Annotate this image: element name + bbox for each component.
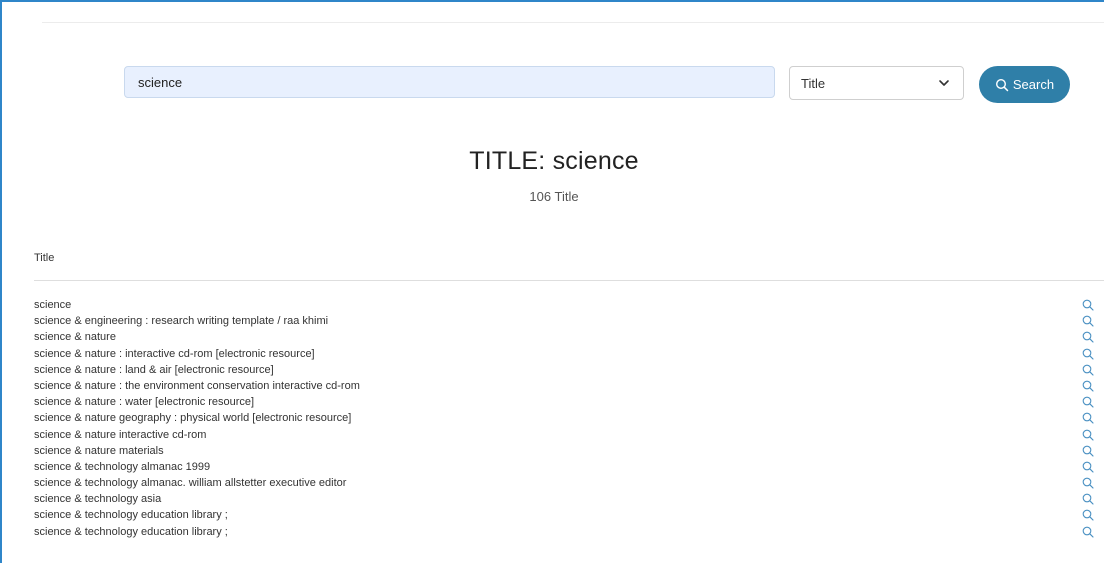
- search-icon[interactable]: [1082, 526, 1094, 538]
- title-link[interactable]: science & technology education library ;: [34, 524, 228, 540]
- list-item[interactable]: science & nature : the environment conse…: [34, 378, 1104, 394]
- title-link[interactable]: science & nature : water [electronic res…: [34, 394, 254, 410]
- column-header-title: Title: [34, 252, 55, 264]
- page-title: TITLE: science: [469, 147, 639, 175]
- title-link[interactable]: science & nature : the environment conse…: [34, 378, 360, 394]
- search-bar: Title Search: [2, 64, 1104, 104]
- list-item[interactable]: science & nature: [34, 329, 1104, 345]
- page-frame: Title Search TITLE: science 106 Title Ti…: [0, 0, 1104, 563]
- search-icon[interactable]: [1082, 509, 1094, 522]
- title-link[interactable]: science: [34, 297, 71, 313]
- search-icon[interactable]: [1082, 412, 1094, 424]
- title-link[interactable]: science & technology almanac 1999: [34, 459, 210, 475]
- list-item[interactable]: science & technology almanac. william al…: [34, 475, 1104, 491]
- title-link[interactable]: science & technology almanac. william al…: [34, 475, 346, 491]
- search-icon[interactable]: [1082, 445, 1094, 457]
- chevron-down-icon: [939, 80, 949, 86]
- search-icon[interactable]: [1082, 348, 1094, 360]
- search-icon[interactable]: [1082, 315, 1094, 327]
- search-field-selected: Title: [801, 76, 826, 91]
- search-input[interactable]: [124, 66, 775, 98]
- search-icon[interactable]: [1082, 380, 1094, 392]
- list-item[interactable]: science & nature materials: [34, 443, 1104, 459]
- top-divider: [42, 22, 1104, 23]
- list-item[interactable]: science & technology almanac 1999: [34, 459, 1104, 475]
- list-item[interactable]: science & engineering : research writing…: [34, 313, 1104, 329]
- title-link[interactable]: science & nature: [34, 329, 116, 345]
- search-field-select[interactable]: Title: [789, 66, 964, 100]
- title-link[interactable]: science & nature interactive cd-rom: [34, 427, 206, 443]
- list-item[interactable]: science & technology education library ;: [34, 507, 1104, 523]
- search-icon[interactable]: [1082, 364, 1094, 376]
- search-icon[interactable]: [1082, 299, 1094, 311]
- search-button-label: Search: [1012, 77, 1055, 92]
- search-icon[interactable]: [1082, 429, 1094, 441]
- title-link[interactable]: science & technology asia: [34, 491, 161, 507]
- list-item[interactable]: science & nature geography : physical wo…: [34, 410, 1104, 426]
- results-list: science science & engineering : research…: [34, 297, 1104, 540]
- search-icon[interactable]: [1082, 493, 1094, 505]
- list-item[interactable]: science & nature : interactive cd-rom [e…: [34, 346, 1104, 362]
- title-link[interactable]: science & nature : land & air [electroni…: [34, 362, 274, 378]
- title-link[interactable]: science & nature geography : physical wo…: [34, 410, 351, 426]
- title-link[interactable]: science & nature : interactive cd-rom [e…: [34, 346, 315, 362]
- result-count: 106 Title: [529, 189, 579, 204]
- title-link[interactable]: science & engineering : research writing…: [34, 313, 328, 329]
- list-item[interactable]: science & nature interactive cd-rom: [34, 427, 1104, 443]
- search-icon[interactable]: [1082, 396, 1094, 408]
- search-icon: [995, 78, 1009, 91]
- search-icon[interactable]: [1082, 477, 1094, 489]
- search-icon[interactable]: [1082, 461, 1094, 473]
- list-item[interactable]: science & nature : land & air [electroni…: [34, 362, 1104, 378]
- search-button[interactable]: Search: [979, 66, 1070, 103]
- title-link[interactable]: science & technology education library ;: [34, 507, 228, 523]
- list-item[interactable]: science & technology asia: [34, 491, 1104, 507]
- list-item[interactable]: science: [34, 297, 1104, 313]
- search-icon[interactable]: [1082, 331, 1094, 343]
- list-item[interactable]: science & nature : water [electronic res…: [34, 394, 1104, 410]
- list-item[interactable]: science & technology education library ;: [34, 524, 1104, 540]
- title-link[interactable]: science & nature materials: [34, 443, 164, 459]
- header-divider: [34, 280, 1104, 281]
